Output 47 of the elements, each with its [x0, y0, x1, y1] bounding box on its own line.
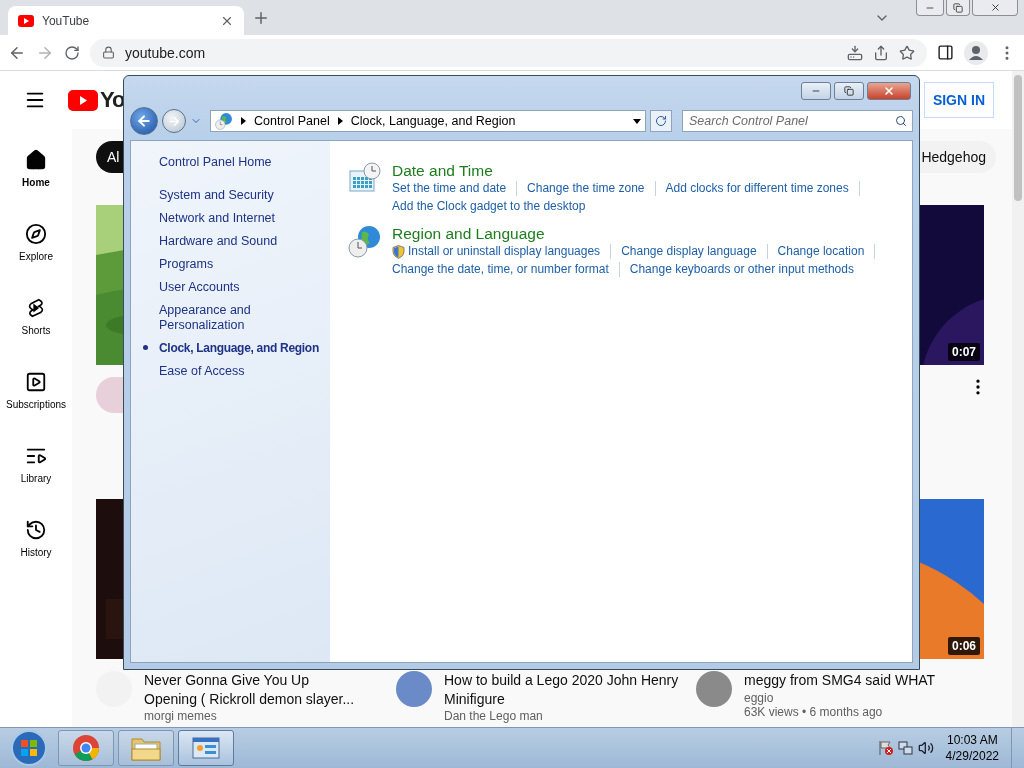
- video-title[interactable]: meggy from SMG4 said WHAT: [744, 671, 980, 690]
- task-link[interactable]: Change the time zone: [527, 181, 645, 196]
- filter-chip[interactable]: Hedgehog: [918, 141, 996, 173]
- video-meta: 63K views • 6 months ago: [744, 705, 884, 719]
- breadcrumb-item[interactable]: Clock, Language, and Region: [350, 114, 516, 128]
- address-breadcrumb[interactable]: Control Panel Clock, Language, and Region: [210, 110, 646, 132]
- task-link[interactable]: Change display language: [621, 244, 757, 259]
- channel-name[interactable]: Dan the Lego man: [444, 709, 680, 723]
- task-link[interactable]: Change keyboards or other input methods: [629, 262, 854, 277]
- duration-label: 0:07: [947, 343, 980, 361]
- nav-link[interactable]: User Accounts: [159, 280, 240, 295]
- nav-link[interactable]: Ease of Access: [159, 364, 245, 379]
- duration-label: 0:06: [947, 637, 980, 655]
- url-text: youtube.com: [125, 44, 207, 61]
- channel-name[interactable]: eggio: [744, 691, 980, 705]
- category-title[interactable]: Date and Time: [392, 161, 493, 181]
- video-title[interactable]: How to build a Lego 2020 John Henry Minifigure: [444, 671, 680, 709]
- task-link[interactable]: Change the date, time, or number format: [392, 262, 609, 277]
- address-bar[interactable]: youtube.com: [90, 38, 927, 67]
- nav-link[interactable]: Programs: [159, 257, 214, 272]
- clock[interactable]: 10:03 AM 4/29/2022: [945, 732, 999, 764]
- nav-link[interactable]: System and Security: [159, 188, 274, 203]
- category-title[interactable]: Region and Language: [392, 224, 545, 244]
- nav-link[interactable]: Control Panel Home: [159, 155, 272, 170]
- sidebar-item[interactable]: Shorts: [0, 291, 72, 365]
- sidebar-item[interactable]: Home: [0, 143, 72, 217]
- search-field[interactable]: Search Control Panel: [682, 110, 913, 132]
- sidebar-item[interactable]: Subscriptions: [0, 365, 72, 439]
- task-link[interactable]: Add the Clock gadget to the desktop: [392, 199, 586, 214]
- nav-link[interactable]: Clock, Language, and Region: [143, 341, 319, 356]
- sidebar-item[interactable]: Library: [0, 439, 72, 513]
- task-link[interactable]: Set the time and date: [392, 181, 507, 196]
- filter-chip[interactable]: Al: [96, 141, 123, 173]
- nav-link[interactable]: Appearance and Personalization: [159, 303, 330, 333]
- channel-name[interactable]: morgi memes: [144, 709, 364, 723]
- sidebar-item[interactable]: Explore: [0, 217, 72, 291]
- sign-in-button[interactable]: SIGN IN: [923, 82, 994, 118]
- tab-title: YouTube: [42, 13, 91, 28]
- breadcrumb-item[interactable]: Control Panel: [254, 114, 330, 128]
- task-link[interactable]: Add clocks for different time zones: [665, 181, 849, 196]
- video-title[interactable]: Never Gonna Give You Up Opening ( Rickroll demon slayer...: [144, 671, 364, 709]
- browser-tab[interactable]: YouTube: [8, 6, 244, 35]
- task-link[interactable]: Change location: [777, 244, 865, 259]
- nav-link[interactable]: Network and Internet: [159, 211, 276, 226]
- nav-link[interactable]: Hardware and Sound: [159, 234, 278, 249]
- task-link[interactable]: Install or uninstall display languages: [392, 244, 601, 259]
- sidebar-item[interactable]: History: [0, 513, 72, 587]
